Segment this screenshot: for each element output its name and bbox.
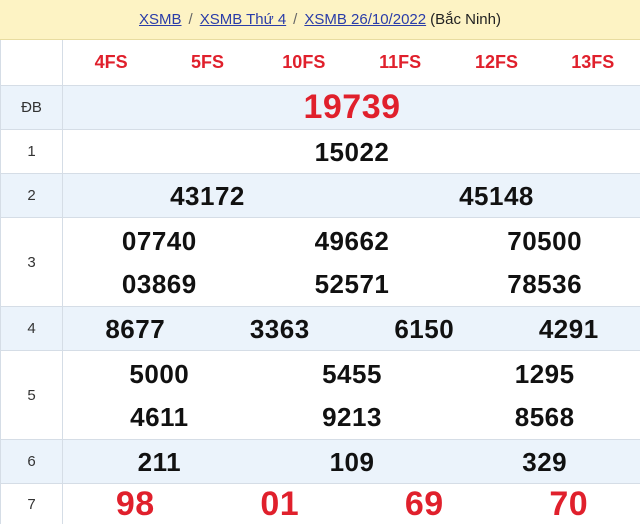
prize-number: 211 <box>137 447 182 477</box>
prize-number: 4611 <box>130 402 189 432</box>
prize-label: 6 <box>1 440 63 483</box>
prize-number: 5000 <box>129 359 190 389</box>
prize-number: 98 <box>115 485 155 523</box>
breadcrumb-link-weekday[interactable]: XSMB Thứ 4 <box>200 11 286 28</box>
breadcrumb-separator: / <box>188 11 193 28</box>
prize-number: 1295 <box>514 359 575 389</box>
prize-number: 69 <box>404 485 444 523</box>
breadcrumb: XSMB / XSMB Thứ 4 / XSMB 26/10/2022 (Bắc… <box>0 0 640 40</box>
prize-label: 2 <box>1 174 63 217</box>
prize-number: 8677 <box>105 314 166 344</box>
draw-code: 13FS <box>571 52 615 72</box>
breadcrumb-link-xsmb[interactable]: XSMB <box>139 11 182 28</box>
prize-row-6: 6 211 109 329 <box>1 440 640 484</box>
prize-row-1: 1 15022 <box>1 130 640 174</box>
prize-number: 70500 <box>507 226 583 256</box>
codes-label-cell <box>1 40 63 85</box>
prize-number: 15022 <box>314 137 390 167</box>
prize-row-5: 5 5000 5455 1295 4611 9213 8568 <box>1 351 640 440</box>
draw-code: 5FS <box>190 52 224 72</box>
prize-label: 4 <box>1 307 63 350</box>
prize-number: 19739 <box>303 88 401 126</box>
prize-number: 78536 <box>507 269 583 299</box>
prize-number: 6150 <box>394 314 455 344</box>
codes-row: 4FS 5FS 10FS 11FS 12FS 13FS <box>1 40 640 86</box>
prize-row-2: 2 43172 45148 <box>1 174 640 218</box>
prize-number: 3363 <box>249 314 310 344</box>
prize-number: 9213 <box>322 402 382 432</box>
prize-number: 8568 <box>514 402 575 432</box>
prize-row-special: ĐB 19739 <box>1 86 640 130</box>
prize-number: 70 <box>549 485 589 523</box>
prize-label: 5 <box>1 351 63 439</box>
prize-number: 43172 <box>170 181 245 211</box>
prize-number: 5455 <box>322 359 382 389</box>
prize-label: ĐB <box>1 86 63 129</box>
breadcrumb-link-date[interactable]: XSMB 26/10/2022 <box>304 11 426 28</box>
prize-number: 109 <box>329 447 375 477</box>
breadcrumb-region: (Bắc Ninh) <box>430 11 501 28</box>
prize-row-4: 4 8677 3363 6150 4291 <box>1 307 640 351</box>
prize-label: 7 <box>1 484 63 524</box>
prize-number: 03869 <box>121 269 197 299</box>
prize-number: 01 <box>260 485 300 523</box>
prize-number: 07740 <box>121 226 197 256</box>
draw-code: 11FS <box>379 52 422 72</box>
prize-label: 3 <box>1 218 63 306</box>
prize-row-3: 3 07740 49662 70500 03869 52571 78536 <box>1 218 640 307</box>
breadcrumb-separator: / <box>293 11 298 28</box>
prize-number: 45148 <box>459 181 534 211</box>
draw-code: 4FS <box>94 52 128 72</box>
draw-code: 12FS <box>474 52 518 72</box>
prize-number: 49662 <box>314 226 390 256</box>
results-table: 4FS 5FS 10FS 11FS 12FS 13FS ĐB 19739 1 1… <box>0 40 640 524</box>
prize-number: 52571 <box>314 269 390 299</box>
prize-row-7: 7 98 01 69 70 <box>1 484 640 524</box>
draw-code: 10FS <box>282 52 326 72</box>
prize-label: 1 <box>1 130 63 173</box>
prize-number: 329 <box>522 447 568 477</box>
prize-number: 4291 <box>538 314 599 344</box>
